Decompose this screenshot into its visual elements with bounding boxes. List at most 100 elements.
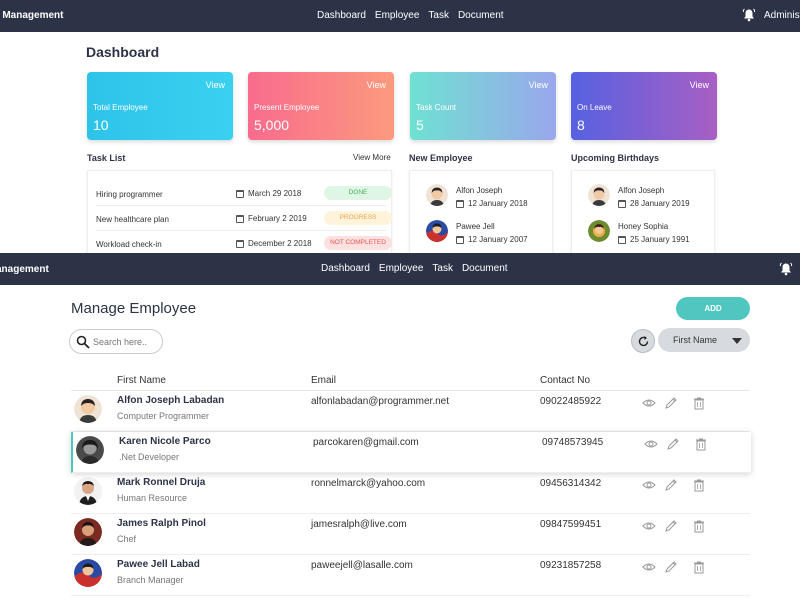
avatar xyxy=(74,395,102,423)
task-date: December 2 2018 xyxy=(236,239,312,248)
avatar xyxy=(426,184,448,206)
eye-icon[interactable] xyxy=(642,396,656,410)
employee-role: Human Resource xyxy=(117,493,188,503)
person-name: Alfon Joseph xyxy=(618,186,665,195)
card-view-link[interactable]: View xyxy=(367,80,386,90)
bell-icon[interactable] xyxy=(779,262,793,276)
stat-card-total-employee: View Total Employee 10 xyxy=(87,72,233,140)
person-date-text: 12 January 2018 xyxy=(468,199,528,208)
person-date-text: 25 January 1991 xyxy=(630,235,690,244)
view-more-link[interactable]: View More xyxy=(353,153,391,162)
employee-name: Pawee Jell Labad xyxy=(117,559,200,570)
task-name: Hiring programmer xyxy=(96,190,163,199)
card-value: 8 xyxy=(577,117,585,133)
employee-name: Mark Ronnel Druja xyxy=(117,477,206,488)
person-date-text: 28 January 2019 xyxy=(630,199,690,208)
trash-icon[interactable] xyxy=(692,519,706,533)
refresh-button[interactable] xyxy=(631,329,655,353)
card-label: Present Employee xyxy=(254,103,320,112)
table-row[interactable]: Karen Nicole Parco .Net Developer parcokar… xyxy=(71,432,751,473)
bottom-nav-document[interactable]: Document xyxy=(462,263,508,274)
pencil-icon[interactable] xyxy=(664,478,678,492)
trash-icon[interactable] xyxy=(692,396,706,410)
eye-icon[interactable] xyxy=(642,478,656,492)
bottom-nav-dashboard[interactable]: Dashboard xyxy=(321,263,370,274)
eye-icon[interactable] xyxy=(642,560,656,574)
column-header-first-name[interactable]: First Name xyxy=(117,375,166,386)
new-employee-heading: New Employee xyxy=(409,153,473,163)
task-row[interactable]: New healthcare plan February 2 2019 PROG… xyxy=(96,206,392,231)
employee-email: alfonlabadan@programmer.net xyxy=(311,396,450,407)
top-nav-links: Dashboard Employee Task Document xyxy=(317,10,504,21)
avatar xyxy=(588,220,610,242)
caret-down-icon xyxy=(732,338,742,344)
trash-icon[interactable] xyxy=(692,560,706,574)
person-date-text: 12 January 2007 xyxy=(468,235,528,244)
birthdays-heading: Upcoming Birthdays xyxy=(571,153,660,163)
table-row[interactable]: James Ralph Pinol Chef jamesralph@live.com… xyxy=(71,514,750,555)
top-nav-task[interactable]: Task xyxy=(428,10,449,21)
task-name: New healthcare plan xyxy=(96,215,169,224)
bottom-brand: anagement xyxy=(0,264,49,275)
person-date: 12 January 2018 xyxy=(456,199,528,208)
calendar-icon xyxy=(236,214,244,223)
task-date-text: February 2 2019 xyxy=(248,214,307,223)
sort-select[interactable]: First Name xyxy=(658,328,750,352)
person-date: 28 January 2019 xyxy=(618,199,690,208)
employee-phone: 09456314342 xyxy=(540,478,602,489)
avatar xyxy=(74,518,102,546)
calendar-icon xyxy=(456,235,464,244)
bell-icon[interactable] xyxy=(742,8,756,22)
eye-icon[interactable] xyxy=(644,437,658,451)
stat-card-on-leave: View On Leave 8 xyxy=(571,72,717,140)
bottom-navbar: anagement Dashboard Employee Task Docume… xyxy=(0,253,800,285)
task-list-panel: Hiring programmer March 29 2018 DONE New… xyxy=(87,170,392,254)
employee-phone: 09022485922 xyxy=(540,396,602,407)
calendar-icon xyxy=(236,189,244,198)
column-header-contact[interactable]: Contact No xyxy=(540,375,590,386)
sort-select-value: First Name xyxy=(673,335,718,345)
card-label: Total Employee xyxy=(93,103,148,112)
top-nav-employee[interactable]: Employee xyxy=(375,10,419,21)
task-name: Workload check-in xyxy=(96,240,162,249)
top-nav-document[interactable]: Document xyxy=(458,10,504,21)
table-row[interactable]: Mark Ronnel Druja Human Resource ronnelmar… xyxy=(71,473,750,514)
bottom-nav-employee[interactable]: Employee xyxy=(379,263,423,274)
avatar xyxy=(74,559,102,587)
trash-icon[interactable] xyxy=(694,437,708,451)
employee-name: Alfon Joseph Labadan xyxy=(117,395,225,406)
employee-role: Computer Programmer xyxy=(117,411,210,421)
table-row[interactable]: Alfon Joseph Labadan Computer Programmer a… xyxy=(71,391,750,432)
search-box[interactable] xyxy=(69,329,163,354)
top-nav-dashboard[interactable]: Dashboard xyxy=(317,10,366,21)
avatar xyxy=(74,477,102,505)
bottom-nav-task[interactable]: Task xyxy=(432,263,453,274)
page-title-manage-employee: Manage Employee xyxy=(71,300,197,317)
task-row[interactable]: Hiring programmer March 29 2018 DONE xyxy=(96,181,392,206)
status-badge: PROGRESS xyxy=(324,211,392,225)
card-view-link[interactable]: View xyxy=(529,80,548,90)
pencil-icon[interactable] xyxy=(664,519,678,533)
table-row[interactable]: Pawee Jell Labad Branch Manager paweejell@… xyxy=(71,555,750,596)
trash-icon[interactable] xyxy=(692,478,706,492)
eye-icon[interactable] xyxy=(642,519,656,533)
card-view-link[interactable]: View xyxy=(206,80,225,90)
search-input[interactable] xyxy=(93,335,159,349)
card-value: 5 xyxy=(416,117,424,133)
person-date: 25 January 1991 xyxy=(618,235,690,244)
employee-role: Chef xyxy=(117,534,137,544)
top-navbar: e Management Dashboard Employee Task Doc… xyxy=(0,0,800,32)
employee-phone: 09748573945 xyxy=(542,437,604,448)
pencil-icon[interactable] xyxy=(664,560,678,574)
user-menu[interactable]: Administ xyxy=(764,10,800,21)
person-name: Alfon Joseph xyxy=(456,186,503,195)
column-header-email[interactable]: Email xyxy=(311,375,336,386)
refresh-icon xyxy=(638,336,649,347)
pencil-icon[interactable] xyxy=(664,396,678,410)
task-date: February 2 2019 xyxy=(236,214,307,223)
pencil-icon[interactable] xyxy=(666,437,680,451)
add-employee-button[interactable]: ADD xyxy=(676,297,750,320)
avatar xyxy=(76,436,104,464)
calendar-icon xyxy=(236,239,244,248)
card-view-link[interactable]: View xyxy=(690,80,709,90)
